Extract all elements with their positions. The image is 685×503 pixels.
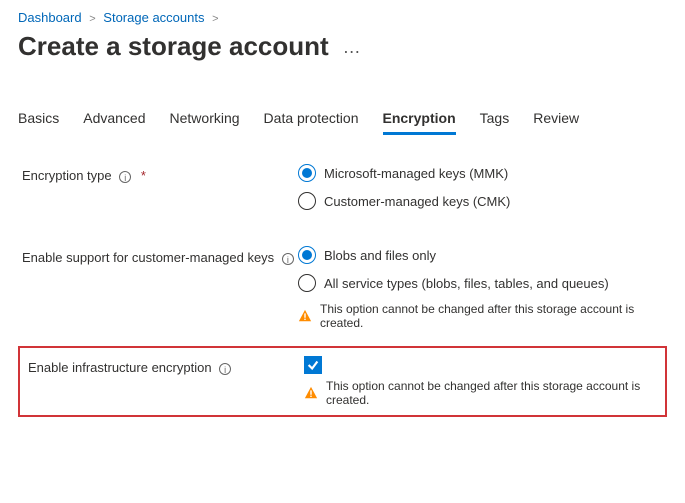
info-icon[interactable]: i	[119, 171, 131, 183]
tabs: Basics Advanced Networking Data protecti…	[18, 104, 667, 136]
radio-label: Microsoft-managed keys (MMK)	[324, 166, 508, 181]
tab-encryption[interactable]: Encryption	[383, 104, 456, 135]
radio-blobs-files-only[interactable]: Blobs and files only	[298, 246, 667, 264]
info-icon[interactable]: i	[219, 363, 231, 375]
tab-tags[interactable]: Tags	[480, 104, 510, 135]
label-enable-infra-encryption: Enable infrastructure encryption i	[28, 356, 304, 375]
tab-review[interactable]: Review	[533, 104, 579, 135]
radio-icon	[298, 164, 316, 182]
radio-mmk[interactable]: Microsoft-managed keys (MMK)	[298, 164, 667, 182]
warning-cmk-support: This option cannot be changed after this…	[298, 302, 667, 330]
warning-text: This option cannot be changed after this…	[320, 302, 667, 330]
breadcrumb: Dashboard > Storage accounts >	[18, 10, 667, 25]
warning-text: This option cannot be changed after this…	[326, 379, 661, 407]
breadcrumb-storage-accounts[interactable]: Storage accounts	[103, 10, 204, 25]
tab-basics[interactable]: Basics	[18, 104, 59, 135]
highlight-infra-encryption: Enable infrastructure encryption i This …	[18, 346, 667, 417]
tab-data-protection[interactable]: Data protection	[264, 104, 359, 135]
warning-icon	[298, 309, 312, 323]
label-enable-cmk-support: Enable support for customer-managed keys…	[22, 246, 298, 265]
warning-icon	[304, 386, 318, 400]
radio-icon	[298, 192, 316, 210]
label-encryption-type: Encryption type i *	[22, 164, 298, 183]
tab-advanced[interactable]: Advanced	[83, 104, 145, 135]
checkbox-enable-infra-encryption[interactable]	[304, 356, 322, 374]
radio-all-service-types[interactable]: All service types (blobs, files, tables,…	[298, 274, 667, 292]
chevron-right-icon: >	[89, 13, 95, 25]
tab-networking[interactable]: Networking	[170, 104, 240, 135]
radio-label: All service types (blobs, files, tables,…	[324, 276, 609, 291]
radio-label: Blobs and files only	[324, 248, 436, 263]
radio-icon	[298, 246, 316, 264]
info-icon[interactable]: i	[282, 253, 294, 265]
warning-infra-encryption: This option cannot be changed after this…	[304, 379, 661, 407]
page-title: Create a storage account	[18, 31, 329, 62]
radio-label: Customer-managed keys (CMK)	[324, 194, 510, 209]
required-indicator: *	[141, 168, 146, 183]
radio-cmk[interactable]: Customer-managed keys (CMK)	[298, 192, 667, 210]
radio-icon	[298, 274, 316, 292]
more-actions-button[interactable]: …	[343, 37, 362, 58]
chevron-right-icon: >	[212, 13, 218, 25]
breadcrumb-dashboard[interactable]: Dashboard	[18, 10, 82, 25]
